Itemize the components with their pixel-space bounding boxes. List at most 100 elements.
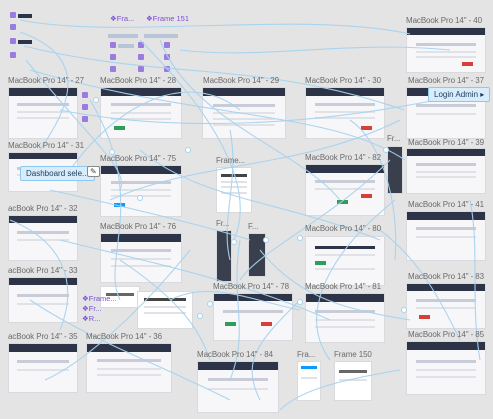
frame-label[interactable]: MacBook Pro 14" - 75 <box>100 154 176 163</box>
login-admin-tag[interactable]: Login Admin ▸ <box>428 87 491 102</box>
component-label[interactable]: Frame 151 <box>146 14 189 23</box>
frame-label[interactable]: MacBook Pro 14" - 80 <box>305 224 381 233</box>
frame-certificate-b[interactable] <box>137 291 193 329</box>
frame-mbp-83[interactable] <box>406 283 486 329</box>
figma-canvas[interactable]: Fra... Frame 151 MacBook Pro 14" - 40 Ma… <box>0 0 493 419</box>
frame-mbp-81[interactable] <box>305 293 385 343</box>
component-icon[interactable] <box>10 12 16 18</box>
frame-header <box>306 165 384 173</box>
frame-content <box>110 249 172 253</box>
frame-label[interactable]: MacBook Pro 14" - 85 <box>408 330 484 339</box>
frame-150[interactable] <box>334 361 372 401</box>
frame-mbp-40[interactable] <box>406 27 486 73</box>
frame-label[interactable]: MacBook Pro 14" - 39 <box>408 138 484 147</box>
frame-label[interactable]: MacBook Pro 14" - 82 <box>305 153 381 162</box>
frame-content <box>315 325 375 328</box>
component-icon[interactable] <box>82 116 88 122</box>
frame-label[interactable]: MacBook Pro 14" - 27 <box>8 76 84 85</box>
frame-label[interactable]: MacBook Pro 14" - 83 <box>408 272 484 281</box>
component-label[interactable]: R... <box>82 314 101 323</box>
frame-label[interactable]: MacBook Pro 14" - 31 <box>8 141 84 150</box>
frame-mbp-82[interactable] <box>305 164 385 216</box>
frame-content <box>315 318 375 321</box>
component-icon[interactable] <box>82 104 88 110</box>
frame-label[interactable]: MacBook Pro 14" - 29 <box>203 76 279 85</box>
frame-mbp-30[interactable] <box>305 87 385 139</box>
frame-label[interactable]: Frame... <box>216 156 245 165</box>
frame-mbp-41[interactable] <box>406 211 486 261</box>
frame-label[interactable]: MacBook Pro 14" - 30 <box>305 76 381 85</box>
frame-content <box>144 306 186 309</box>
frame-label[interactable]: MacBook Pro 14" - 36 <box>86 332 162 341</box>
frame-label[interactable]: MacBook Pro 14" - 40 <box>406 16 482 25</box>
component-icon[interactable] <box>110 54 116 60</box>
frame-mbp-39[interactable] <box>406 148 486 194</box>
frame-label[interactable]: MacBook Pro 14" - 84 <box>197 350 273 359</box>
frame-mbp-84[interactable] <box>197 361 279 413</box>
dashboard-tag[interactable]: Dashboard sele... <box>20 166 95 181</box>
frame-mbp-36[interactable] <box>86 343 172 393</box>
frame-label[interactable]: MacBook Pro 14" - 78 <box>213 282 289 291</box>
frame-content <box>416 104 476 107</box>
frame-mbp-32[interactable] <box>8 215 78 261</box>
component-icon[interactable] <box>138 54 144 60</box>
frame-header <box>101 234 181 242</box>
frame-mbp-27[interactable] <box>8 87 78 139</box>
frame-label[interactable]: acBook Pro 14" - 33 <box>8 266 78 275</box>
frame-mbp-33[interactable] <box>8 277 78 323</box>
frame-content <box>416 369 476 372</box>
component-icon[interactable] <box>82 92 88 98</box>
frame-label[interactable]: Frame 150 <box>334 350 372 359</box>
frame-mbp-80[interactable] <box>305 236 385 286</box>
component-label[interactable]: Frame... <box>82 294 117 303</box>
frame-header <box>306 294 384 302</box>
component-icon[interactable] <box>164 54 170 60</box>
component-icon[interactable] <box>138 66 144 72</box>
frame-document[interactable] <box>216 167 252 213</box>
frame-content <box>212 104 276 107</box>
comment-icon[interactable]: ✎ <box>87 166 100 177</box>
frame-content <box>207 378 269 381</box>
component-icon[interactable] <box>110 42 116 48</box>
frame-label[interactable]: MacBook Pro 14" - 76 <box>100 222 176 231</box>
frame-content <box>416 42 476 46</box>
frame-label[interactable]: Fra... <box>297 350 315 359</box>
frame-content <box>315 180 375 183</box>
frame-fra[interactable] <box>297 361 321 401</box>
frame-content <box>315 111 375 113</box>
component-cluster <box>80 90 96 124</box>
frame-content <box>416 176 476 179</box>
frame-label[interactable]: Fr... <box>387 134 400 143</box>
frame-mbp-29[interactable] <box>202 87 286 139</box>
frame-header <box>214 294 292 302</box>
frame-label[interactable]: MacBook Pro 14" - 41 <box>408 200 484 209</box>
frame-label[interactable]: acBook Pro 14" - 35 <box>8 332 78 341</box>
component-icon[interactable] <box>10 38 16 44</box>
component-icon[interactable] <box>110 66 116 72</box>
frame-content <box>110 181 172 184</box>
frame-mbp-35[interactable] <box>8 343 78 393</box>
frame-mbp-75[interactable] <box>100 165 182 217</box>
frame-mbp-85[interactable] <box>406 341 486 395</box>
component-icon[interactable] <box>164 66 170 72</box>
frame-label[interactable]: F... <box>248 222 258 231</box>
frame-label[interactable]: MacBook Pro 14" - 81 <box>305 282 381 291</box>
frame-mbp-78[interactable] <box>213 293 293 341</box>
frame-dark-b[interactable] <box>248 233 266 277</box>
component-label[interactable]: Fra... <box>110 14 135 23</box>
component-icon[interactable] <box>10 52 16 58</box>
component-icon[interactable] <box>10 24 16 30</box>
frame-mbp-28[interactable] <box>100 87 182 139</box>
component-icon[interactable] <box>164 42 170 48</box>
frame-label[interactable]: MacBook Pro 14" - 37 <box>408 76 484 85</box>
frame-label[interactable]: acBook Pro 14" - 32 <box>8 204 78 213</box>
frame-label[interactable]: MacBook Pro 14" - 28 <box>100 76 176 85</box>
component-label[interactable]: Fr... <box>82 304 102 313</box>
frame-content <box>144 298 186 302</box>
frame-mbp-76[interactable] <box>100 233 182 283</box>
frame-small-dark[interactable] <box>387 146 403 194</box>
frame-header <box>9 216 77 224</box>
frame-dark-a[interactable] <box>216 230 232 282</box>
frame-label[interactable]: Fr... <box>216 219 229 228</box>
component-icon[interactable] <box>138 42 144 48</box>
